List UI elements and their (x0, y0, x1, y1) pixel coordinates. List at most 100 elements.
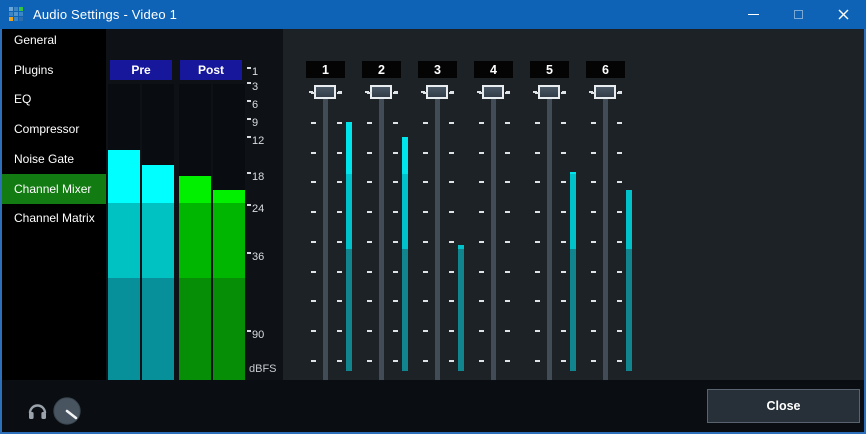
slider-scale-tick (617, 300, 622, 302)
scale-tick (247, 136, 251, 138)
slider-scale-tick (535, 181, 540, 183)
channel-1-level-meter (346, 122, 352, 174)
slider-scale-tick (337, 360, 342, 362)
slider-scale-tick (449, 330, 454, 332)
meter-fill-post-left (179, 203, 211, 278)
app-icon-square (14, 12, 18, 16)
slider-scale-tick (337, 241, 342, 243)
meter-fill-pre-left (108, 278, 140, 387)
meter-fill-post-right (213, 278, 245, 387)
titlebar[interactable]: Audio Settings - Video 1 (0, 0, 866, 29)
pre-meter-header: Pre (110, 60, 172, 80)
close-icon (838, 9, 849, 20)
maximize-button[interactable] (776, 0, 821, 29)
sidebar-item-general[interactable]: General (2, 25, 106, 55)
slider-scale-tick (367, 330, 372, 332)
slider-scale-tick (423, 300, 428, 302)
sidebar-item-channel-mixer[interactable]: Channel Mixer (2, 174, 106, 204)
dbfs-unit-label: dBFS (249, 363, 277, 375)
channel-4-slider-handle[interactable] (482, 85, 504, 99)
slider-scale-tick (393, 271, 398, 273)
sidebar-item-noise-gate[interactable]: Noise Gate (2, 144, 106, 174)
monitor-volume-knob[interactable] (53, 397, 81, 425)
slider-scale-tick (535, 330, 540, 332)
app-icon-square (19, 17, 23, 21)
channel-2-slider-handle[interactable] (370, 85, 392, 99)
sidebar-item-plugins[interactable]: Plugins (2, 55, 106, 85)
channel-3-slider-handle[interactable] (426, 85, 448, 99)
slider-scale-tick (311, 92, 316, 94)
channel-3-slider-track[interactable] (435, 91, 440, 396)
meter-fill-pre-right (142, 165, 174, 203)
slider-scale-tick (561, 92, 566, 94)
slider-scale-tick (505, 92, 510, 94)
slider-scale-tick (617, 241, 622, 243)
slider-scale-tick (479, 181, 484, 183)
channel-4-slider-track[interactable] (491, 91, 496, 396)
scale-label: 9 (252, 117, 258, 129)
audio-settings-window: Audio Settings - Video 1 GeneralPluginsE… (0, 0, 866, 434)
close-window-button[interactable] (821, 0, 866, 29)
meter-well-pre-left (108, 84, 140, 387)
slider-scale-tick (423, 122, 428, 124)
slider-scale-tick (591, 181, 596, 183)
slider-scale-tick (617, 122, 622, 124)
slider-scale-tick (423, 330, 428, 332)
channel-1-slider-handle[interactable] (314, 85, 336, 99)
slider-scale-tick (311, 300, 316, 302)
slider-scale-tick (535, 152, 540, 154)
channel-mixer-strips: 123456 (283, 29, 864, 380)
channel-5-slider-handle[interactable] (538, 85, 560, 99)
channel-6-slider-handle[interactable] (594, 85, 616, 99)
slider-scale-tick (367, 122, 372, 124)
app-icon-square (9, 7, 13, 11)
slider-scale-tick (535, 211, 540, 213)
minimize-icon (748, 14, 759, 15)
slider-scale-tick (449, 92, 454, 94)
channel-header-1: 1 (306, 61, 345, 78)
channel-header-5: 5 (530, 61, 569, 78)
channel-6-slider-track[interactable] (603, 91, 608, 396)
channel-2-slider-track[interactable] (379, 91, 384, 396)
slider-scale-tick (535, 360, 540, 362)
slider-scale-tick (337, 271, 342, 273)
channel-6-level-meter (626, 190, 632, 249)
slider-scale-tick (393, 241, 398, 243)
slider-scale-tick (617, 330, 622, 332)
slider-scale-tick (367, 211, 372, 213)
scale-tick (247, 82, 251, 84)
slider-scale-tick (311, 152, 316, 154)
slider-scale-tick (505, 271, 510, 273)
slider-scale-tick (449, 181, 454, 183)
slider-scale-tick (505, 211, 510, 213)
slider-scale-tick (591, 241, 596, 243)
meter-well-pre-right (142, 84, 174, 387)
slider-scale-tick (505, 360, 510, 362)
slider-scale-tick (505, 181, 510, 183)
channel-5-slider-track[interactable] (547, 91, 552, 396)
slider-scale-tick (393, 300, 398, 302)
slider-scale-tick (311, 241, 316, 243)
slider-scale-tick (535, 271, 540, 273)
slider-scale-tick (393, 330, 398, 332)
scale-label: 12 (252, 135, 264, 147)
channel-1-level-meter (346, 249, 352, 371)
channel-1-slider-track[interactable] (323, 91, 328, 396)
slider-scale-tick (617, 271, 622, 273)
slider-scale-tick (337, 300, 342, 302)
slider-scale-tick (505, 300, 510, 302)
sidebar-item-eq[interactable]: EQ (2, 84, 106, 114)
minimize-button[interactable] (731, 0, 776, 29)
meter-fill-post-left (179, 278, 211, 387)
scale-tick (247, 252, 251, 254)
slider-scale-tick (393, 360, 398, 362)
close-button[interactable]: Close (707, 389, 860, 423)
sidebar-item-channel-matrix[interactable]: Channel Matrix (2, 203, 106, 233)
slider-scale-tick (367, 92, 372, 94)
sidebar-item-compressor[interactable]: Compressor (2, 114, 106, 144)
channel-header-6: 6 (586, 61, 625, 78)
slider-scale-tick (561, 181, 566, 183)
slider-scale-tick (505, 152, 510, 154)
channel-2-level-meter (402, 137, 408, 174)
post-meter-header: Post (180, 60, 242, 80)
